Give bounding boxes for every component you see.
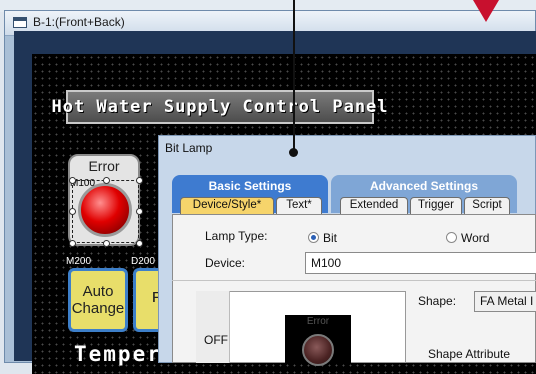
panel-title: Hot Water Supply Control Panel (51, 97, 389, 117)
resize-handle-bottom-mid[interactable] (103, 240, 110, 247)
tab-device-style[interactable]: Device/Style* (180, 197, 274, 214)
preview-lamp-bulb (302, 334, 334, 366)
window-icon (13, 17, 27, 28)
callout-dot (289, 148, 298, 157)
auto-change-line2: Change (71, 300, 125, 317)
auto-button-device: M200 (66, 256, 92, 267)
tab-text[interactable]: Text* (276, 197, 322, 214)
resize-handle-bottom-left[interactable] (69, 240, 76, 247)
callout-line (293, 0, 295, 152)
pu-button-device: D200 (131, 256, 155, 267)
resize-handle-mid-left[interactable] (69, 208, 76, 215)
auto-change-label: Auto Change (72, 283, 125, 317)
temperature-text: Temper (74, 342, 162, 366)
shape-label: Shape: (418, 294, 457, 308)
resize-handle-bottom-right[interactable] (136, 240, 143, 247)
preview-state-column (196, 291, 230, 363)
resize-handle-mid-right[interactable] (136, 208, 143, 215)
selection-box (72, 180, 139, 243)
tab-extended[interactable]: Extended (340, 197, 408, 214)
device-input[interactable]: M100 (305, 252, 536, 274)
panel-title-text-object[interactable]: Hot Water Supply Control Panel (51, 90, 388, 124)
lamp-type-bit-label[interactable]: Bit (323, 231, 337, 245)
tab-script[interactable]: Script (464, 197, 510, 214)
error-lamp-label: Error (88, 158, 120, 174)
lamp-type-bit-radio[interactable] (308, 232, 319, 243)
device-label: Device: (205, 256, 246, 270)
lamp-type-label: Lamp Type: (205, 229, 268, 243)
shape-select[interactable]: FA Metal I (474, 291, 536, 312)
section-divider (172, 280, 536, 281)
callout-arrow-icon (473, 0, 499, 22)
resize-handle-top-right[interactable] (136, 177, 143, 184)
auto-change-button[interactable]: Auto Change (68, 268, 128, 332)
lamp-type-word-label[interactable]: Word (461, 231, 489, 245)
shape-attribute-label: Shape Attribute (428, 347, 511, 361)
basic-settings-label: Basic Settings (208, 179, 292, 193)
lamp-type-word-radio[interactable] (446, 232, 457, 243)
dialog-title: Bit Lamp (165, 141, 213, 155)
preview-state-label: OFF (204, 333, 228, 347)
preview-lamp-text: Error (306, 316, 330, 327)
auto-change-line1: Auto (82, 283, 114, 300)
window-title: B-1:(Front+Back) (33, 15, 125, 29)
resize-handle-top-left[interactable] (69, 177, 76, 184)
tab-trigger[interactable]: Trigger (410, 197, 462, 214)
resize-handle-top-mid[interactable] (103, 177, 110, 184)
advanced-settings-label: Advanced Settings (369, 179, 479, 193)
